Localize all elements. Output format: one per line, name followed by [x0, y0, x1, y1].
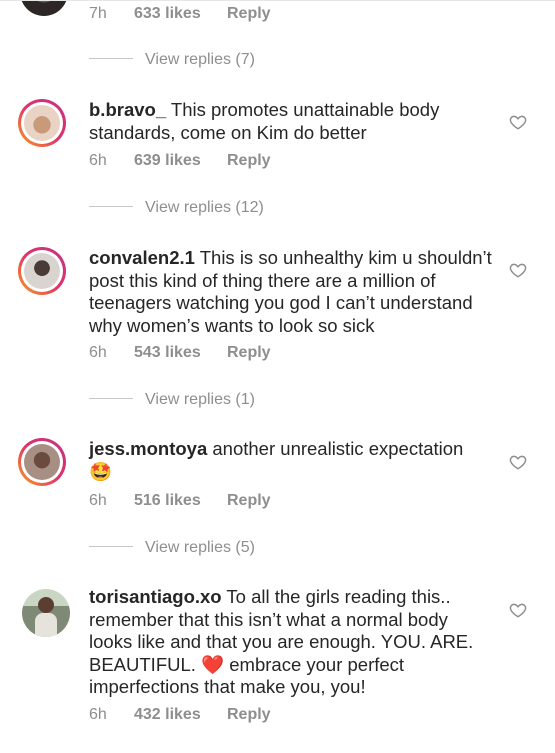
likes-count[interactable]: 639 likes	[134, 152, 201, 170]
comment-username[interactable]: torisantiago.xo	[89, 586, 222, 607]
reply-button[interactable]: Reply	[227, 706, 271, 724]
reply-button[interactable]: Reply	[227, 152, 271, 170]
comment-username[interactable]: b.bravo_	[89, 99, 166, 120]
likes-count[interactable]: 543 likes	[134, 344, 201, 362]
replies-divider	[89, 206, 133, 208]
comment-time: 6h	[89, 152, 107, 169]
view-replies-button[interactable]: View replies (12)	[89, 199, 264, 217]
view-replies-label: View replies (7)	[145, 51, 255, 68]
comment-username[interactable]: jess.montoya	[89, 438, 207, 459]
likes-count[interactable]: 633 likes	[134, 5, 201, 23]
comment-username[interactable]: convalen2.1	[89, 247, 195, 268]
reply-button[interactable]: Reply	[227, 5, 271, 23]
comment-text: torisantiago.xo To all the girls reading…	[89, 586, 479, 699]
heart-outline-icon[interactable]	[509, 453, 527, 471]
view-replies-label: View replies (12)	[145, 199, 264, 216]
comment-body: another unrealistic expectation	[212, 438, 464, 459]
star-struck-emoji: 🤩	[89, 460, 113, 482]
replies-divider	[89, 398, 133, 400]
comment-time: 7h	[89, 5, 107, 22]
view-replies-label: View replies (5)	[145, 539, 255, 556]
header-divider	[0, 0, 555, 1]
avatar[interactable]	[18, 438, 66, 486]
heart-outline-icon[interactable]	[509, 261, 527, 279]
heart-outline-icon[interactable]	[509, 113, 527, 131]
comment-text: convalen2.1 This is so unhealthy kim u s…	[89, 247, 499, 337]
comment-time: 6h	[89, 344, 107, 361]
comment-time: 6h	[89, 492, 107, 509]
likes-count[interactable]: 516 likes	[134, 492, 201, 510]
avatar[interactable]	[18, 99, 66, 147]
view-replies-button[interactable]: View replies (1)	[89, 391, 255, 409]
avatar[interactable]	[20, 0, 68, 16]
comment-text: jess.montoya another unrealistic expecta…	[89, 438, 499, 483]
reply-button[interactable]: Reply	[227, 492, 271, 510]
replies-divider	[89, 546, 133, 548]
comment-text: b.bravo_ This promotes unattainable body…	[89, 99, 489, 144]
red-heart-emoji: ❤️	[201, 653, 225, 675]
avatar[interactable]	[18, 247, 66, 295]
heart-outline-icon[interactable]	[509, 601, 527, 619]
reply-button[interactable]: Reply	[227, 344, 271, 362]
avatar[interactable]	[22, 589, 70, 637]
comment-time: 6h	[89, 706, 107, 723]
view-replies-label: View replies (1)	[145, 391, 255, 408]
replies-divider	[89, 58, 133, 60]
view-replies-button[interactable]: View replies (7)	[89, 51, 255, 69]
likes-count[interactable]: 432 likes	[134, 706, 201, 724]
view-replies-button[interactable]: View replies (5)	[89, 539, 255, 557]
